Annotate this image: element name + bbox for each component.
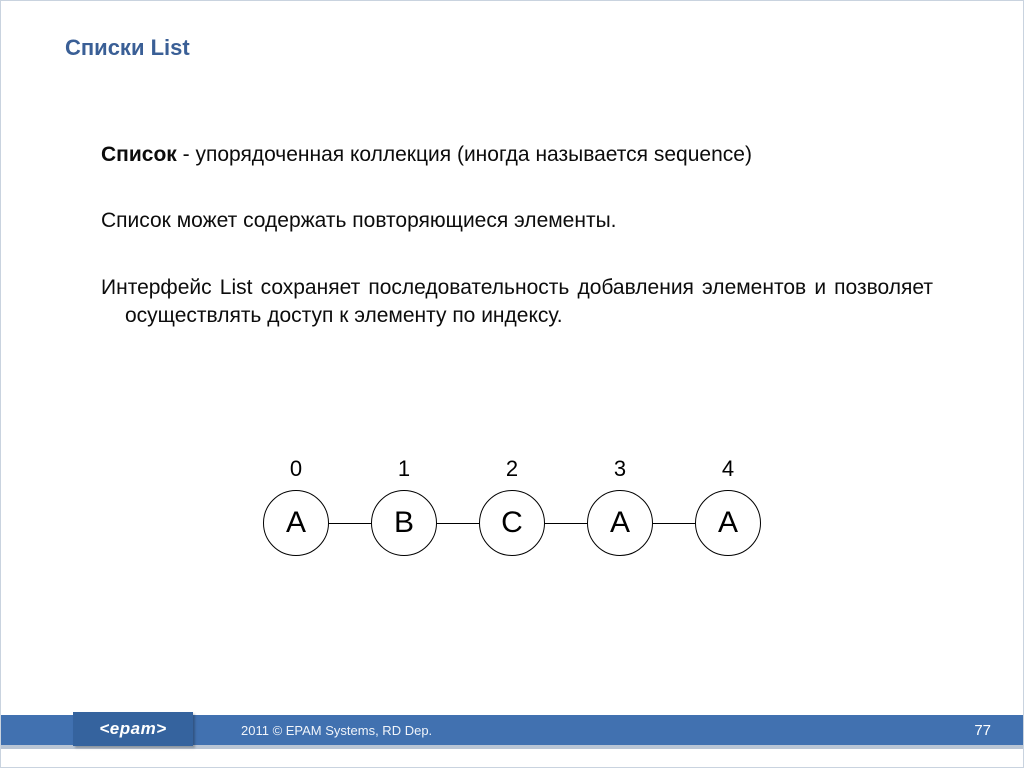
- list-node: 1 B: [371, 456, 437, 556]
- list-node: 4 A: [695, 456, 761, 556]
- page-number: 77: [974, 722, 991, 739]
- epam-logo: <epam>: [73, 712, 193, 746]
- node-index: 3: [614, 456, 626, 482]
- paragraph-3: Интерфейс List сохраняет последовательно…: [101, 274, 933, 331]
- node-connector: [329, 523, 371, 524]
- p1-rest: - упорядоченная коллекция (иногда называ…: [177, 143, 752, 166]
- p1-bold: Список: [101, 143, 177, 166]
- list-node: 2 C: [479, 456, 545, 556]
- node-index: 2: [506, 456, 518, 482]
- node-connector: [437, 523, 479, 524]
- node-index: 0: [290, 456, 302, 482]
- footer-copyright: 2011 © EPAM Systems, RD Dep.: [241, 723, 432, 738]
- node-value: B: [371, 490, 437, 556]
- node-index: 1: [398, 456, 410, 482]
- slide-title: Списки List: [65, 35, 190, 61]
- node-value: A: [695, 490, 761, 556]
- node-connector: [653, 523, 695, 524]
- list-node: 0 A: [263, 456, 329, 556]
- footer-bar: <epam> 2011 © EPAM Systems, RD Dep. 77: [1, 715, 1023, 745]
- node-connector: [545, 523, 587, 524]
- node-value: C: [479, 490, 545, 556]
- node-value: A: [587, 490, 653, 556]
- paragraph-1: Список - упорядоченная коллекция (иногда…: [101, 141, 933, 169]
- list-node: 3 A: [587, 456, 653, 556]
- slide: Списки List Список - упорядоченная колле…: [0, 0, 1024, 768]
- node-index: 4: [722, 456, 734, 482]
- node-value: A: [263, 490, 329, 556]
- node-chain: 0 A 1 B 2 C 3 A 4 A: [263, 456, 761, 556]
- list-diagram: 0 A 1 B 2 C 3 A 4 A: [1, 456, 1023, 556]
- paragraph-2: Список может содержать повторяющиеся эле…: [101, 207, 933, 235]
- slide-body: Список - упорядоченная коллекция (иногда…: [101, 141, 933, 368]
